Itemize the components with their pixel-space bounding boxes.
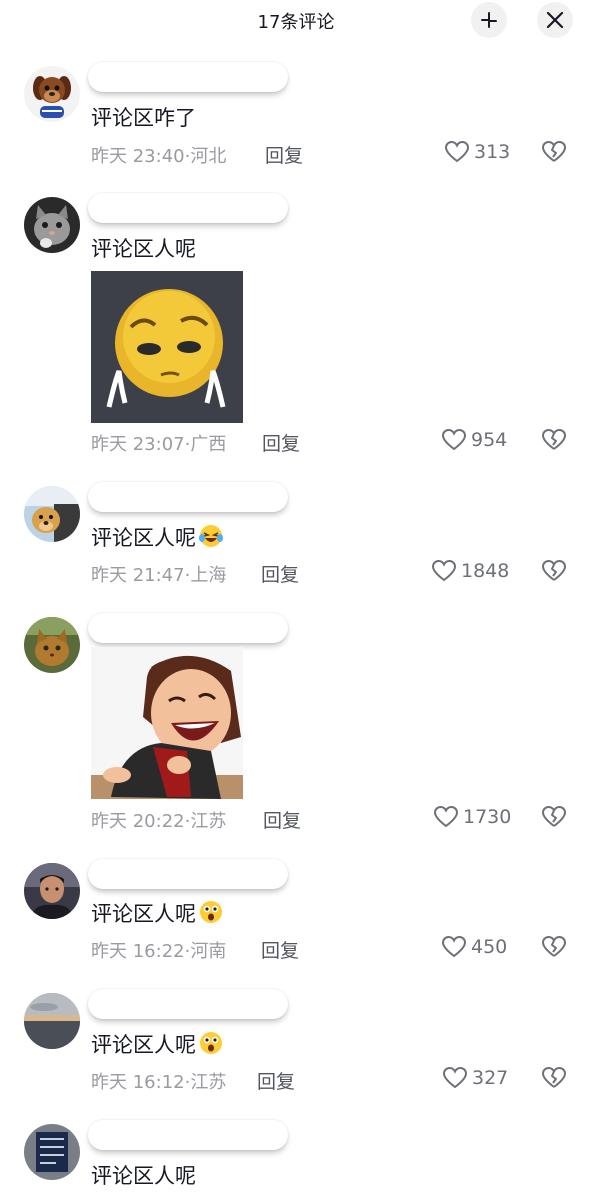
- sign-avatar[interactable]: [24, 1124, 80, 1180]
- comment-location: 江苏: [190, 1072, 227, 1093]
- dislike-button[interactable]: [541, 1066, 567, 1094]
- cat-avatar[interactable]: [24, 197, 80, 253]
- like-button[interactable]: 450: [441, 935, 507, 959]
- comment-location: 河北: [190, 146, 227, 167]
- broken-heart-icon: [542, 805, 567, 827]
- reply-button[interactable]: 回复: [257, 1067, 295, 1094]
- heart-icon: [441, 935, 467, 958]
- heart-icon: [441, 428, 467, 451]
- comment-meta: 昨天 23:07·广西: [91, 434, 227, 455]
- username-placeholder[interactable]: [88, 62, 288, 92]
- heart-icon: [444, 140, 470, 163]
- like-count: 1848: [461, 560, 510, 582]
- comment-text: 评论区人呢: [91, 237, 196, 261]
- comment-text: 评论区人呢: [91, 898, 224, 930]
- comment-meta: 昨天 16:22·河南: [91, 941, 227, 962]
- cat-outdoor-avatar[interactable]: [24, 617, 80, 673]
- comment-panel-header: 17条评论: [0, 0, 592, 44]
- comment-time: 昨天 16:22: [91, 941, 185, 962]
- like-count: 327: [472, 1067, 509, 1089]
- like-count: 450: [471, 936, 508, 958]
- username-placeholder[interactable]: [88, 859, 288, 889]
- comment-time: 昨天 20:22: [91, 811, 185, 832]
- username-placeholder[interactable]: [88, 482, 288, 512]
- comment-text: 评论区咋了: [91, 106, 196, 130]
- dislike-button[interactable]: [541, 559, 567, 587]
- comment-text: 评论区人呢: [91, 1029, 224, 1061]
- username-placeholder[interactable]: [88, 1120, 288, 1150]
- like-button[interactable]: 327: [442, 1066, 508, 1090]
- like-count: 954: [471, 429, 508, 451]
- broken-heart-icon: [542, 1066, 567, 1088]
- like-button[interactable]: 1730: [433, 805, 511, 829]
- comment-time: 昨天 23:07: [91, 434, 185, 455]
- dislike-button[interactable]: [541, 140, 567, 168]
- dislike-button[interactable]: [541, 428, 567, 456]
- comment-text: 评论区人呢: [91, 1164, 196, 1188]
- shy-emoji-sticker[interactable]: [91, 271, 243, 423]
- dog-avatar[interactable]: [24, 66, 80, 122]
- broken-heart-icon: [542, 559, 567, 581]
- comment-meta: 昨天 23:40·河北: [91, 146, 227, 167]
- username-placeholder[interactable]: [88, 613, 288, 643]
- comment-time: 昨天 16:12: [91, 1072, 185, 1093]
- reply-button[interactable]: 回复: [263, 806, 301, 833]
- username-placeholder[interactable]: [88, 193, 288, 223]
- like-button[interactable]: 313: [444, 140, 510, 164]
- heart-icon: [433, 805, 459, 828]
- sunset-avatar[interactable]: [24, 993, 80, 1049]
- man-avatar[interactable]: [24, 863, 80, 919]
- comment-time: 昨天 21:47: [91, 565, 185, 586]
- close-icon: [546, 11, 564, 29]
- close-button[interactable]: [537, 2, 573, 38]
- comment-meta: 昨天 21:47·上海: [91, 565, 227, 586]
- reply-button[interactable]: 回复: [262, 429, 300, 456]
- comment-location: 河南: [190, 941, 227, 962]
- broken-heart-icon: [542, 935, 567, 957]
- comment-meta: 昨天 16:12·江苏: [91, 1072, 227, 1093]
- username-placeholder[interactable]: [88, 989, 288, 1019]
- collapse-button[interactable]: [471, 2, 507, 38]
- like-count: 1730: [463, 806, 512, 828]
- collapse-icon: [481, 12, 497, 28]
- reply-button[interactable]: 回复: [261, 936, 299, 963]
- comment-location: 广西: [190, 434, 227, 455]
- dislike-button[interactable]: [541, 805, 567, 833]
- comment-text: 评论区人呢: [91, 522, 224, 554]
- reply-button[interactable]: 回复: [265, 141, 303, 168]
- heart-icon: [442, 1066, 468, 1089]
- broken-heart-icon: [542, 428, 567, 450]
- comment-time: 昨天 23:40: [91, 146, 185, 167]
- like-button[interactable]: 1848: [431, 559, 509, 583]
- like-count: 313: [474, 141, 511, 163]
- comment-meta: 昨天 20:22·江苏: [91, 811, 227, 832]
- shocked-emoji: [198, 1030, 224, 1061]
- reply-button[interactable]: 回复: [261, 560, 299, 587]
- crying-laughing-emoji: [198, 523, 224, 554]
- comment-location: 上海: [190, 565, 227, 586]
- dog-car-avatar[interactable]: [24, 486, 80, 542]
- comment-location: 江苏: [190, 811, 227, 832]
- dislike-button[interactable]: [541, 935, 567, 963]
- broken-heart-icon: [542, 140, 567, 162]
- heart-icon: [431, 559, 457, 582]
- like-button[interactable]: 954: [441, 428, 507, 452]
- shocked-emoji: [198, 899, 224, 930]
- laughing-girl-sticker[interactable]: [91, 647, 243, 799]
